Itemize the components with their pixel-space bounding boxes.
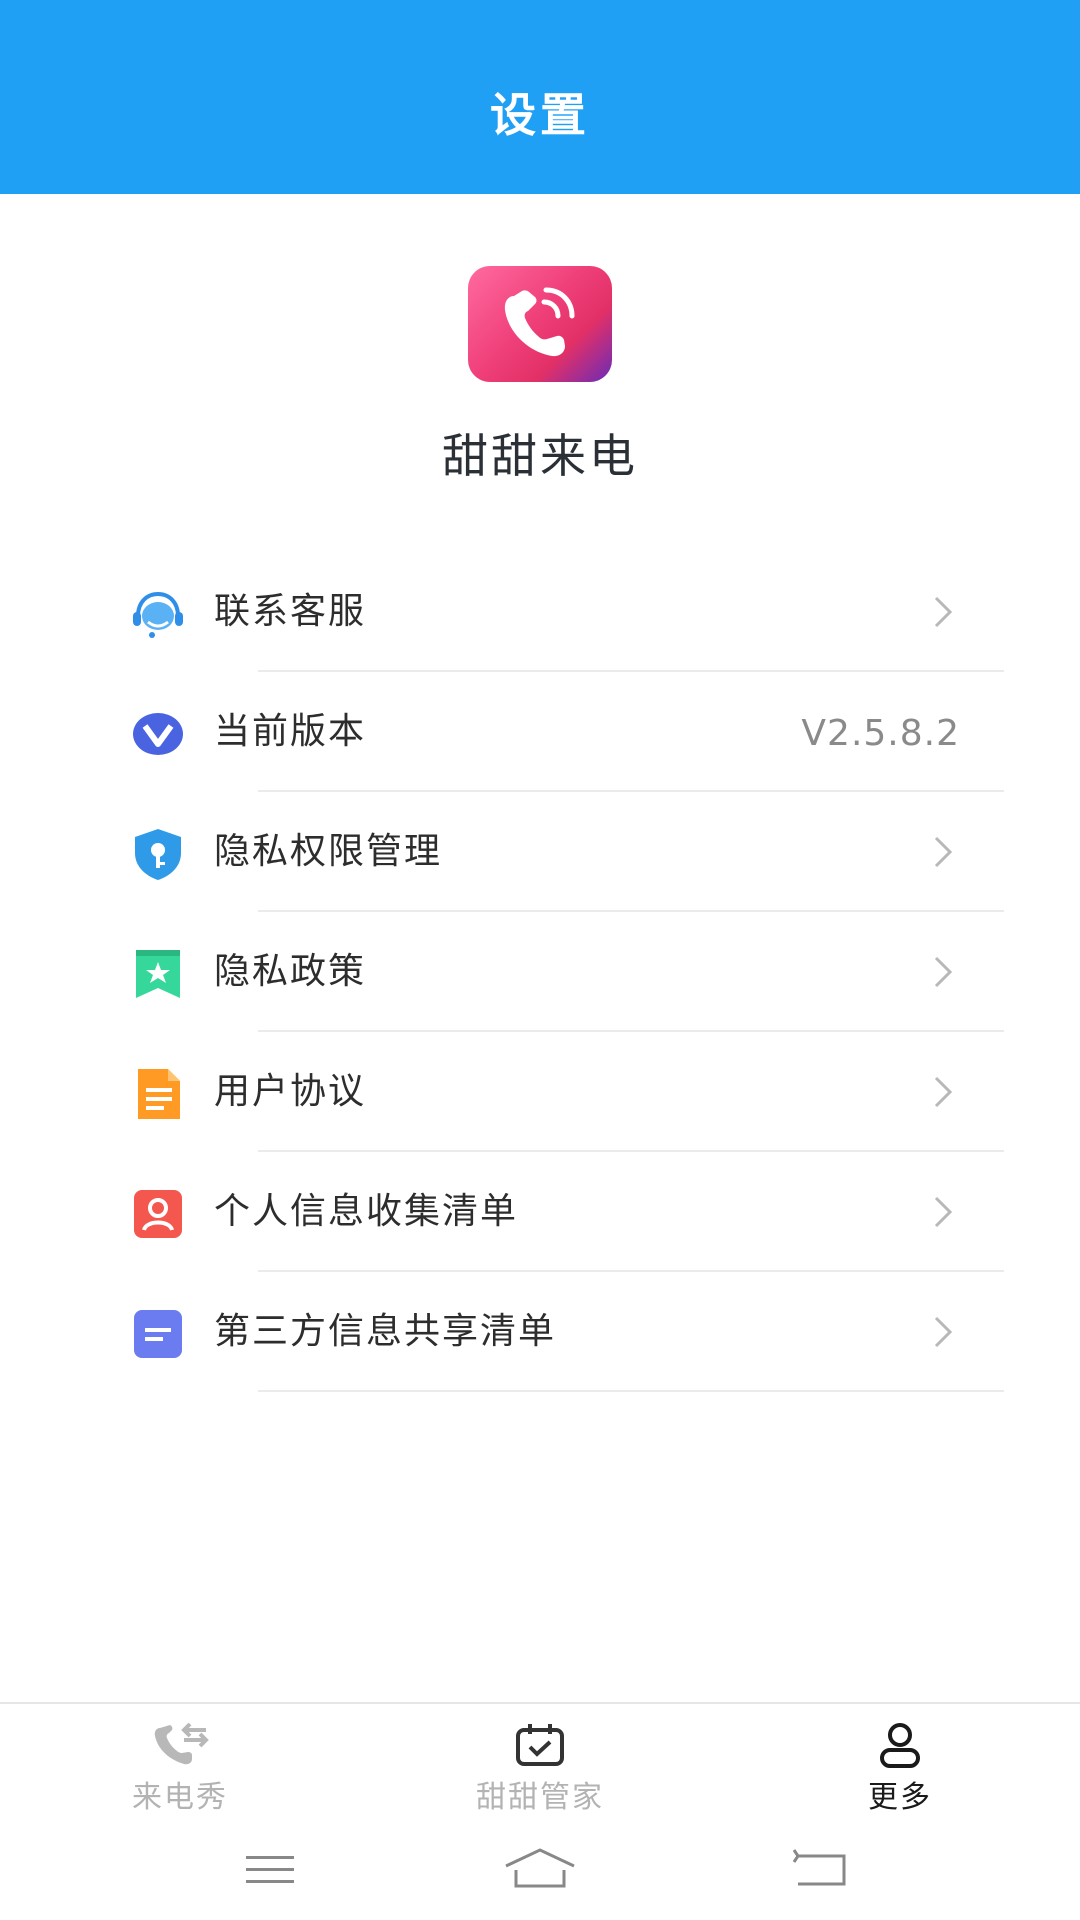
document-icon <box>138 1069 180 1119</box>
divider <box>258 1390 1004 1392</box>
system-navigation-bar <box>0 1822 1080 1920</box>
customer-service-icon <box>133 591 183 638</box>
app-name: 甜甜来电 <box>442 429 638 483</box>
user-icon <box>880 1723 920 1768</box>
menu-item-label: 隐私权限管理 <box>214 831 443 872</box>
menu-item-label: 当前版本 <box>214 711 367 752</box>
bottom-tab-bar: 来电秀 甜甜管家 更多 <box>0 1702 1080 1822</box>
chevron-right-icon <box>934 596 953 628</box>
menu-item-customer-service[interactable]: 联系客服 <box>0 552 1080 672</box>
menu-item-label: 隐私政策 <box>214 951 367 992</box>
settings-menu: 联系客服 当前版本 V2.5.8.2 隐私权限管理 隐私政策 用户协议 个人信息… <box>0 552 1080 1392</box>
menu-icon[interactable] <box>232 1844 308 1894</box>
bookmark-star-icon <box>136 950 180 998</box>
tab-label: 更多 <box>868 1780 932 1815</box>
menu-item-label: 用户协议 <box>214 1071 367 1112</box>
tab-label: 来电秀 <box>132 1780 228 1815</box>
tab-label: 甜甜管家 <box>476 1780 604 1815</box>
version-icon <box>133 713 183 755</box>
menu-item-version[interactable]: 当前版本 V2.5.8.2 <box>0 672 1080 792</box>
chevron-right-icon <box>934 956 953 988</box>
phone-ringing-icon <box>504 287 575 357</box>
chevron-right-icon <box>934 1316 953 1348</box>
menu-item-third-party-share-list[interactable]: 第三方信息共享清单 <box>0 1272 1080 1392</box>
menu-item-label: 第三方信息共享清单 <box>214 1311 557 1352</box>
tab-call-show[interactable]: 来电秀 <box>70 1722 290 1822</box>
chevron-right-icon <box>934 836 953 868</box>
page-title: 设置 <box>490 88 590 142</box>
version-value: V2.5.8.2 <box>801 713 960 754</box>
menu-item-personal-info-list[interactable]: 个人信息收集清单 <box>0 1152 1080 1272</box>
menu-item-privacy-policy[interactable]: 隐私政策 <box>0 912 1080 1032</box>
chevron-right-icon <box>934 1196 953 1228</box>
menu-item-privacy-permissions[interactable]: 隐私权限管理 <box>0 792 1080 912</box>
person-card-icon <box>134 1190 182 1238</box>
share-list-icon <box>134 1310 182 1358</box>
shield-key-icon <box>135 829 181 880</box>
tab-more[interactable]: 更多 <box>790 1722 1010 1822</box>
menu-item-label: 联系客服 <box>214 591 367 632</box>
menu-item-user-agreement[interactable]: 用户协议 <box>0 1032 1080 1152</box>
phone-transfer-icon <box>154 1722 209 1765</box>
home-icon[interactable] <box>502 1844 578 1894</box>
header-bar: 设置 <box>0 0 1080 194</box>
calendar-check-icon <box>516 1724 564 1766</box>
back-icon[interactable] <box>784 1844 860 1894</box>
menu-item-label: 个人信息收集清单 <box>214 1191 519 1232</box>
app-logo <box>468 266 612 382</box>
chevron-right-icon <box>934 1076 953 1108</box>
tab-sweet-butler[interactable]: 甜甜管家 <box>430 1722 650 1822</box>
